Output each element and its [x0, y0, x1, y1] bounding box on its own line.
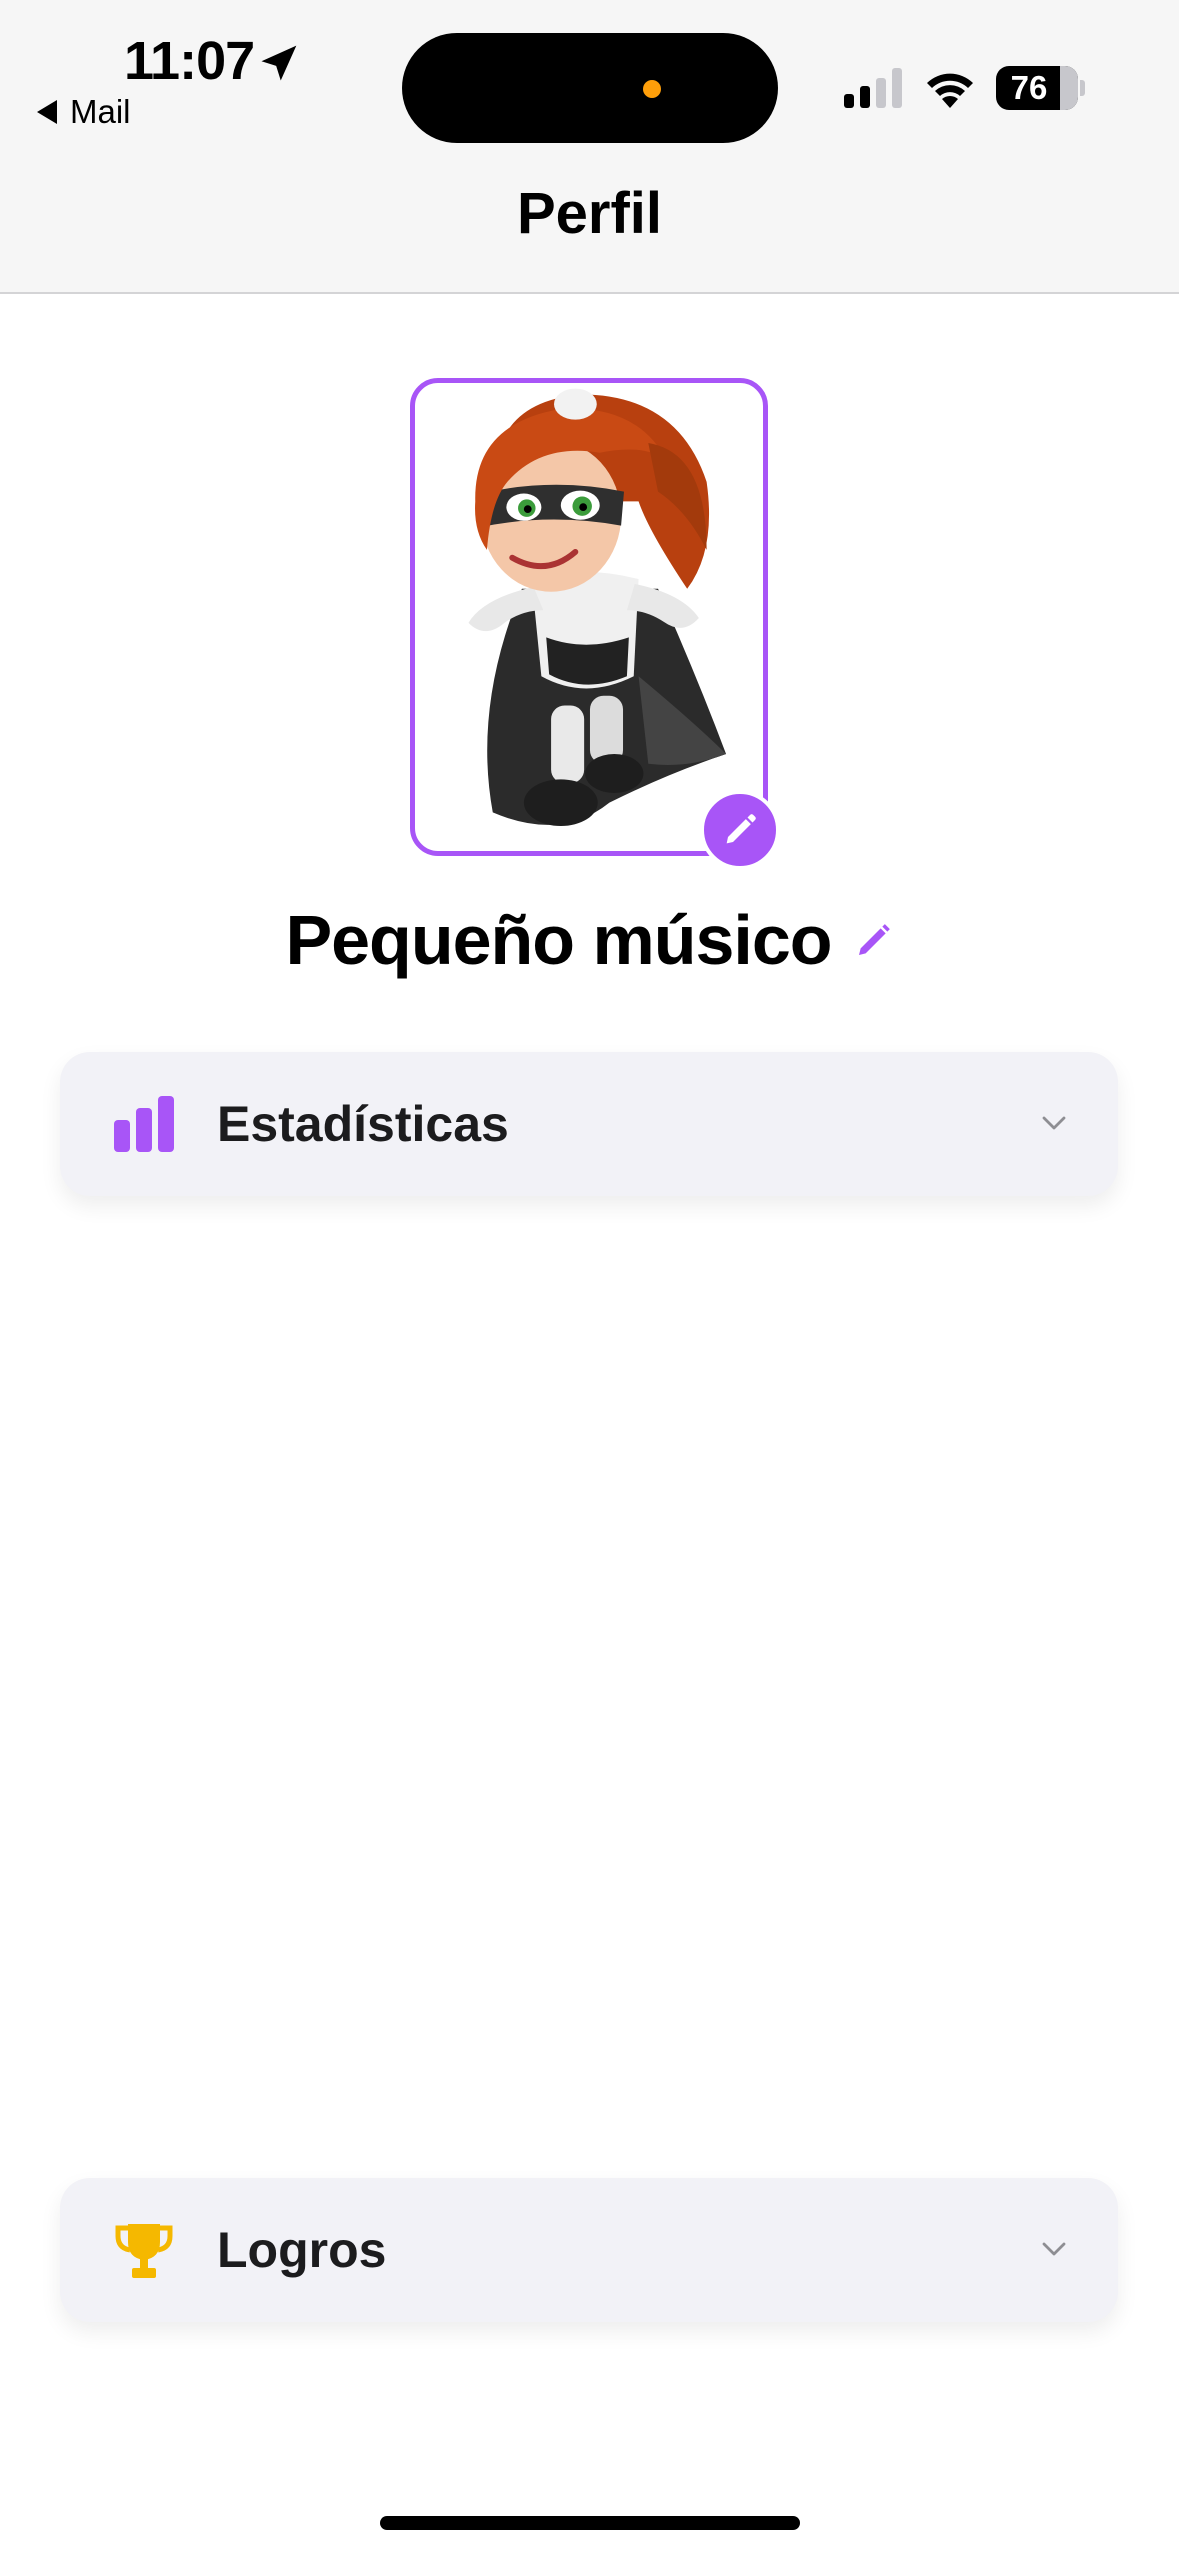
edit-name-button[interactable]	[854, 920, 894, 960]
back-to-mail-button[interactable]: Mail	[36, 92, 131, 132]
bar-chart-icon	[114, 1096, 174, 1152]
dynamic-island	[402, 33, 778, 143]
battery-empty-portion	[1060, 66, 1078, 110]
wifi-icon	[927, 73, 973, 108]
stats-section-toggle[interactable]: Estadísticas	[60, 1052, 1118, 1196]
chevron-down-icon	[1042, 1116, 1066, 1130]
status-time: 11:07	[124, 31, 255, 91]
battery-level: 76	[1010, 69, 1048, 106]
stats-section-label: Estadísticas	[217, 1096, 509, 1152]
battery-nub	[1080, 80, 1085, 96]
cellular-signal-icon	[844, 68, 902, 108]
home-indicator[interactable]	[380, 2516, 800, 2530]
profile-screen: 11:07 Mail 76 Perfil Pequeño músico Esta…	[0, 0, 1179, 2556]
pencil-icon	[726, 814, 756, 844]
battery-icon: 76	[996, 66, 1078, 110]
top-bar: 11:07 Mail 76 Perfil	[0, 0, 1179, 294]
location-arrow-icon	[261, 45, 297, 81]
profile-name: Pequeño músico	[285, 901, 832, 979]
avatar[interactable]	[410, 378, 768, 856]
page-title: Perfil	[516, 181, 663, 246]
achievements-section-label: Logros	[217, 2222, 387, 2278]
pencil-icon	[858, 924, 890, 955]
profile-name-row: Pequeño músico	[0, 900, 1179, 980]
privacy-indicator-dot	[643, 80, 661, 98]
avatar-illustration	[468, 388, 727, 826]
chevron-down-icon	[1042, 2242, 1066, 2256]
edit-avatar-button[interactable]	[700, 790, 780, 870]
back-app-label: Mail	[70, 93, 131, 130]
achievements-section-toggle[interactable]: Logros	[60, 2178, 1118, 2322]
back-triangle-icon	[37, 100, 57, 124]
trophy-icon	[115, 2224, 173, 2278]
